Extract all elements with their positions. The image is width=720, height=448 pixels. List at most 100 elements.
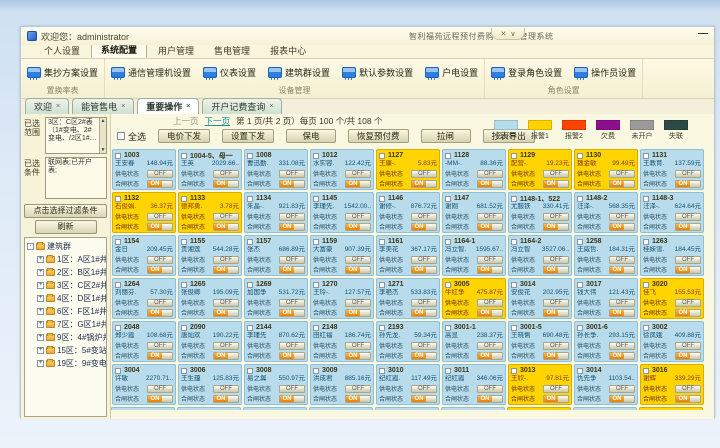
select-all-checkbox[interactable] — [117, 132, 125, 140]
card-checkbox[interactable] — [445, 153, 451, 159]
switch-on-badge[interactable]: ON — [346, 396, 360, 402]
switch-toggle[interactable]: ON — [477, 309, 503, 317]
power-off-button[interactable]: OFF — [147, 170, 173, 178]
card-checkbox[interactable] — [379, 196, 385, 202]
switch-on-badge[interactable]: ON — [676, 267, 690, 273]
switch-on-badge[interactable]: ON — [610, 181, 624, 187]
switch-on-badge[interactable]: ON — [280, 181, 294, 187]
card-checkbox[interactable] — [313, 196, 319, 202]
switch-toggle[interactable]: ON — [675, 395, 701, 403]
switch-toggle[interactable]: ON — [543, 180, 569, 188]
power-off-button[interactable]: OFF — [213, 385, 239, 393]
switch-on-badge[interactable]: ON — [280, 396, 294, 402]
switch-on-badge[interactable]: ON — [148, 353, 162, 359]
switch-toggle[interactable]: ON — [411, 180, 437, 188]
switch-toggle[interactable]: ON — [345, 223, 371, 231]
expand-icon[interactable]: + — [37, 308, 44, 315]
power-off-button[interactable]: OFF — [609, 385, 635, 393]
card-checkbox[interactable] — [511, 153, 517, 159]
switch-on-badge[interactable]: ON — [544, 181, 558, 187]
switch-on-badge[interactable]: ON — [478, 267, 492, 273]
ribbon-button[interactable]: 默认参数设置 — [340, 65, 415, 80]
power-off-button[interactable]: OFF — [675, 342, 701, 350]
switch-on-badge[interactable]: ON — [214, 181, 228, 187]
switch-on-badge[interactable]: ON — [148, 267, 162, 273]
ribbon-button[interactable]: 户电设置 — [423, 65, 480, 80]
card-checkbox[interactable] — [643, 196, 649, 202]
card-checkbox[interactable] — [445, 325, 451, 331]
ribbon-button[interactable]: 操作员设置 — [572, 65, 638, 80]
switch-toggle[interactable]: ON — [411, 352, 437, 360]
power-off-button[interactable]: OFF — [411, 299, 437, 307]
switch-on-badge[interactable]: ON — [280, 353, 294, 359]
switch-toggle[interactable]: ON — [477, 180, 503, 188]
switch-on-badge[interactable]: ON — [610, 310, 624, 316]
card-checkbox[interactable] — [577, 325, 583, 331]
switch-toggle[interactable]: ON — [675, 266, 701, 274]
scrollbar[interactable]: ▲ ▼ — [99, 118, 106, 153]
switch-toggle[interactable]: ON — [609, 180, 635, 188]
toolbar-button[interactable]: 保电 — [286, 129, 336, 143]
power-off-button[interactable]: OFF — [345, 299, 371, 307]
power-off-button[interactable]: OFF — [411, 213, 437, 221]
switch-toggle[interactable]: ON — [213, 266, 239, 274]
ribbon-button[interactable]: 仪表设置 — [201, 65, 258, 80]
power-off-button[interactable]: OFF — [609, 170, 635, 178]
switch-toggle[interactable]: ON — [279, 266, 305, 274]
card-checkbox[interactable] — [115, 282, 121, 288]
switch-on-badge[interactable]: ON — [610, 353, 624, 359]
power-off-button[interactable]: OFF — [213, 299, 239, 307]
switch-toggle[interactable]: ON — [279, 180, 305, 188]
card-checkbox[interactable] — [643, 325, 649, 331]
minimize-button[interactable]: — — [698, 29, 708, 39]
switch-on-badge[interactable]: ON — [214, 310, 228, 316]
card-checkbox[interactable] — [115, 153, 121, 159]
switch-on-badge[interactable]: ON — [412, 353, 426, 359]
switch-on-badge[interactable]: ON — [280, 267, 294, 273]
power-off-button[interactable]: OFF — [147, 385, 173, 393]
menu-tab[interactable]: 报表中心 — [261, 43, 315, 58]
power-off-button[interactable]: OFF — [345, 256, 371, 264]
selected-condition-box[interactable]: 联网表;已开户表; — [45, 157, 107, 199]
switch-on-badge[interactable]: ON — [412, 181, 426, 187]
power-off-button[interactable]: OFF — [147, 213, 173, 221]
switch-on-badge[interactable]: ON — [610, 224, 624, 230]
expand-icon[interactable]: + — [37, 321, 44, 328]
power-off-button[interactable]: OFF — [213, 213, 239, 221]
close-icon[interactable]: × — [269, 103, 273, 110]
tree-item[interactable]: +2区：B区1#井/B区1#井 — [37, 266, 106, 279]
menu-tab[interactable]: 个人设置 — [35, 43, 89, 58]
switch-toggle[interactable]: ON — [543, 395, 569, 403]
switch-toggle[interactable]: ON — [543, 266, 569, 274]
card-checkbox[interactable] — [181, 325, 187, 331]
switch-on-badge[interactable]: ON — [676, 353, 690, 359]
switch-on-badge[interactable]: ON — [346, 310, 360, 316]
scroll-down-icon[interactable]: ▼ — [100, 147, 106, 153]
card-checkbox[interactable] — [181, 282, 187, 288]
card-checkbox[interactable] — [445, 368, 451, 374]
card-checkbox[interactable] — [577, 153, 583, 159]
switch-on-badge[interactable]: ON — [544, 353, 558, 359]
power-off-button[interactable]: OFF — [675, 299, 701, 307]
power-off-button[interactable]: OFF — [609, 299, 635, 307]
tree-item[interactable]: +19区：9#变电站（2# — [37, 357, 106, 370]
switch-toggle[interactable]: ON — [675, 309, 701, 317]
power-off-button[interactable]: OFF — [279, 256, 305, 264]
power-off-button[interactable]: OFF — [279, 299, 305, 307]
switch-toggle[interactable]: ON — [477, 352, 503, 360]
switch-on-badge[interactable]: ON — [478, 353, 492, 359]
power-off-button[interactable]: OFF — [543, 342, 569, 350]
power-off-button[interactable]: OFF — [543, 385, 569, 393]
switch-toggle[interactable]: ON — [279, 352, 305, 360]
card-checkbox[interactable] — [577, 196, 583, 202]
power-off-button[interactable]: OFF — [543, 170, 569, 178]
switch-toggle[interactable]: ON — [411, 223, 437, 231]
toolbar-button[interactable]: 设置下发 — [222, 129, 274, 143]
power-off-button[interactable]: OFF — [279, 385, 305, 393]
switch-on-badge[interactable]: ON — [478, 396, 492, 402]
card-checkbox[interactable] — [643, 368, 649, 374]
card-checkbox[interactable] — [511, 239, 517, 245]
power-off-button[interactable]: OFF — [213, 342, 239, 350]
toolbar-button[interactable]: 拉闸 — [421, 129, 471, 143]
power-off-button[interactable]: OFF — [675, 170, 701, 178]
